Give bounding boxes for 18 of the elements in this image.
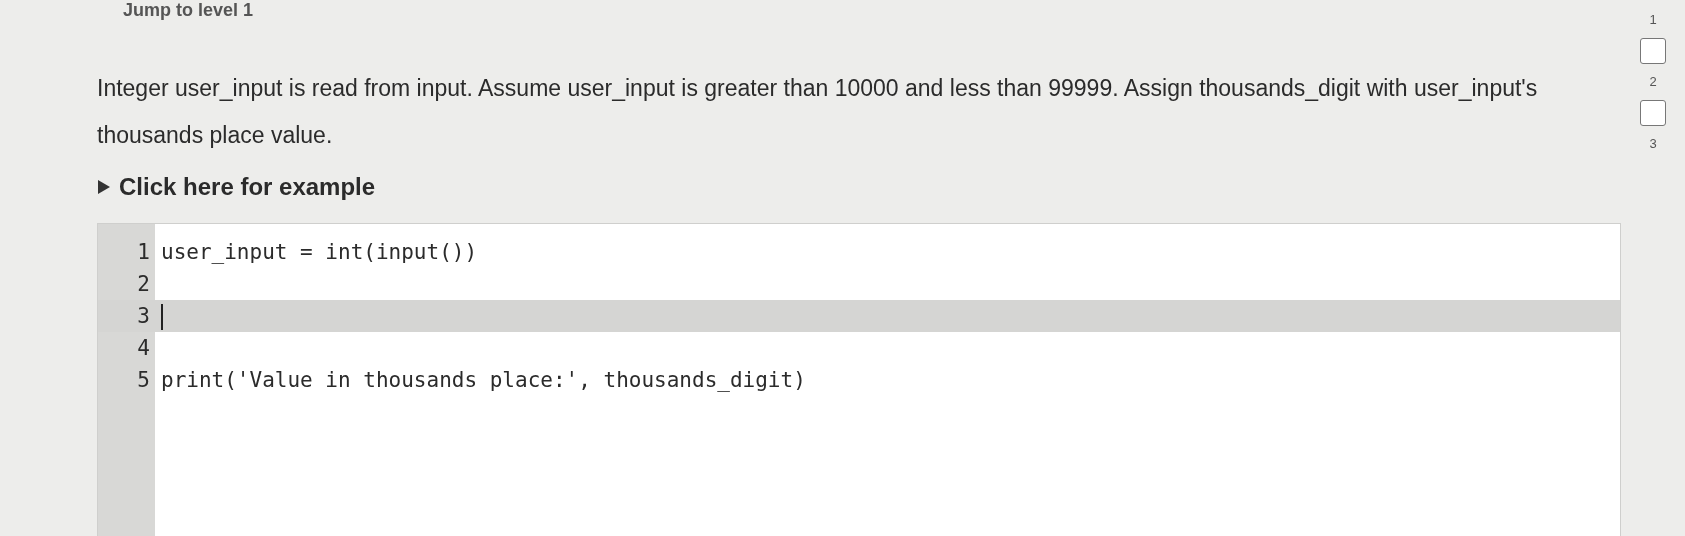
line-number: 1	[137, 240, 150, 264]
level-number: 3	[1649, 136, 1657, 152]
code-text: user_input = int(input())	[161, 240, 478, 264]
line-number: 4	[137, 336, 150, 360]
line-number: 5	[137, 368, 150, 392]
prompt-text: Integer user_input is read from input. Assume user_input is greater than 10000 and less than 99999. Assign thousands_digit with user_input's thousands place value.	[97, 74, 1539, 150]
code-editor[interactable]: 1 2 3 4 5 user_input = int(input()) print('Value in thousands place:', thousands_digit)	[97, 223, 1621, 536]
level-checkbox[interactable]	[1640, 38, 1666, 64]
level-checkbox[interactable]	[1640, 100, 1666, 126]
jump-link[interactable]: Jump to level 1	[123, 0, 1621, 20]
triangle-right-icon	[97, 179, 111, 195]
level-number: 1	[1649, 12, 1657, 28]
code-text: print('Value in thousands place:', thousands_digit)	[161, 368, 806, 392]
line-number: 2	[137, 272, 150, 296]
line-number: 3	[137, 304, 150, 328]
text-cursor	[161, 304, 163, 330]
level-number: 2	[1649, 74, 1657, 90]
example-toggle[interactable]: Click here for example	[97, 169, 1621, 205]
